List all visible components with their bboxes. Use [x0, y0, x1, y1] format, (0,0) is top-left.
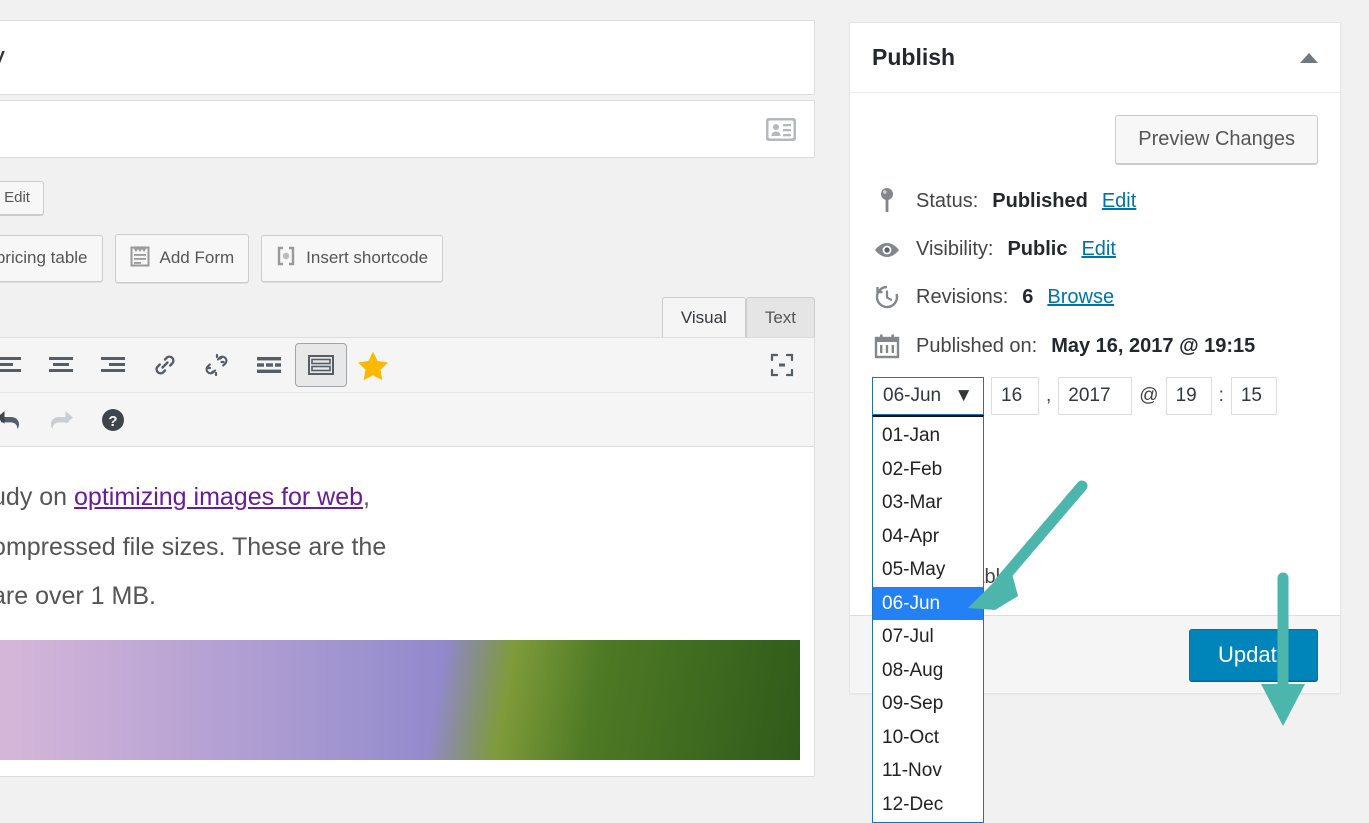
pin-icon — [872, 187, 902, 215]
month-option[interactable]: 05-May — [873, 553, 983, 587]
media-button-label: Insert pricing table — [0, 248, 88, 268]
revisions-label: Revisions: — [916, 286, 1008, 309]
publish-metabox-header[interactable]: Publish — [850, 23, 1340, 93]
month-dropdown-list[interactable]: 01-Jan02-Feb03-Mar04-Apr05-May06-Jun07-J… — [872, 415, 984, 823]
chevron-down-icon: ▼ — [954, 385, 973, 407]
month-select-value: 06-Jun — [883, 385, 941, 407]
align-right-icon[interactable] — [87, 343, 139, 387]
editor-mode-tabs: Visual Text — [0, 293, 815, 337]
content-line-3: s, all of which are over 1 MB. — [0, 582, 156, 610]
at-separator: @ — [1139, 385, 1158, 407]
published-on-value: May 16, 2017 @ 19:15 — [1051, 335, 1255, 358]
month-option[interactable]: 01-Jan — [873, 419, 983, 453]
read-more-icon[interactable] — [243, 343, 295, 387]
status-row: Status: Published Edit — [872, 187, 1318, 215]
content-line-2: pressed and compressed file sizes. These… — [0, 533, 386, 561]
toolbar-row-2: Ω — [0, 392, 814, 446]
day-separator: , — [1046, 385, 1051, 407]
content-featured-image[interactable] — [0, 640, 800, 760]
insert-shortcode-button[interactable]: Insert shortcode — [261, 235, 443, 282]
preview-changes-button[interactable]: Preview Changes — [1115, 115, 1318, 164]
month-option[interactable]: 12-Dec — [873, 788, 983, 822]
toolbar-row-1: 1 2 3 — [0, 338, 814, 392]
optimizing-images-link[interactable]: optimizing images for web — [74, 483, 363, 511]
revisions-browse-link[interactable]: Browse — [1047, 286, 1114, 309]
add-form-button[interactable]: Add Form — [115, 234, 250, 283]
month-option[interactable]: 10-Oct — [873, 721, 983, 755]
month-option[interactable]: 04-Apr — [873, 520, 983, 554]
publish-title: Publish — [872, 44, 955, 71]
tab-visual[interactable]: Visual — [662, 297, 746, 337]
month-option[interactable]: 11-Nov — [873, 754, 983, 788]
status-label: Status: — [916, 190, 978, 213]
editor-meta-row — [0, 100, 815, 158]
visibility-value: Public — [1007, 238, 1067, 261]
form-icon — [130, 245, 150, 272]
post-editor-column: - Case Study /uncompressed-jpg/ Edit nlo… — [0, 20, 815, 777]
status-value: Published — [992, 190, 1088, 213]
published-on-label: Published on: — [916, 335, 1037, 358]
tab-text[interactable]: Text — [746, 297, 815, 337]
edit-permalink-button[interactable]: Edit — [0, 181, 44, 215]
fullscreen-icon[interactable] — [756, 343, 808, 387]
calendar-icon — [872, 333, 902, 359]
insert-link-icon[interactable] — [139, 343, 191, 387]
help-icon[interactable]: ? — [87, 398, 139, 442]
content-text-after-link: , — [363, 483, 370, 511]
month-option[interactable]: 06-Jun — [873, 587, 983, 621]
time-separator: : — [1219, 385, 1224, 407]
media-button-label: Add Form — [160, 248, 235, 268]
editor-toolbar: 1 2 3 — [0, 337, 815, 447]
visibility-row: Visibility: Public Edit — [872, 238, 1318, 261]
update-button[interactable]: Update — [1189, 629, 1318, 681]
media-buttons-row: nload Insert pricing table — [0, 229, 815, 287]
permalink-row: /uncompressed-jpg/ Edit — [0, 167, 815, 229]
month-option[interactable]: 09-Sep — [873, 687, 983, 721]
revisions-row: Revisions: 6 Browse — [872, 284, 1318, 310]
revisions-value: 6 — [1022, 286, 1033, 309]
align-center-icon[interactable] — [35, 343, 87, 387]
align-left-icon[interactable] — [0, 343, 35, 387]
insert-pricing-table-button[interactable]: Insert pricing table — [0, 235, 103, 282]
page-title: - Case Study — [0, 41, 5, 74]
content-text-before-link: e for a case study on — [0, 483, 74, 511]
status-edit-link[interactable]: Edit — [1102, 190, 1136, 213]
minute-input[interactable]: 15 — [1231, 377, 1277, 415]
month-select[interactable]: 06-Jun ▼ — [872, 377, 984, 415]
vcard-icon[interactable] — [766, 118, 796, 141]
media-button-label: Insert shortcode — [306, 248, 428, 268]
post-content-editor[interactable]: e for a case study on optimizing images … — [0, 447, 815, 777]
eye-icon — [872, 240, 902, 260]
clock-icon — [872, 284, 902, 310]
preview-row: Preview Changes — [872, 115, 1318, 164]
content-paragraph: e for a case study on optimizing images … — [0, 473, 800, 622]
publish-metabox-body: Preview Changes Status: Published Edit — [850, 93, 1340, 597]
month-option[interactable]: 07-Jul — [873, 620, 983, 654]
visibility-edit-link[interactable]: Edit — [1081, 238, 1115, 261]
post-title-box[interactable]: - Case Study — [0, 20, 815, 95]
published-on-row: Published on: May 16, 2017 @ 19:15 — [872, 333, 1318, 359]
month-option[interactable]: 08-Aug — [873, 654, 983, 688]
shortcode-icon — [276, 246, 296, 271]
remove-link-icon[interactable] — [191, 343, 243, 387]
toolbar-toggle-icon[interactable] — [295, 343, 347, 387]
date-edit-fields: 06-Jun ▼ 16 , 2017 @ 19 : 15 01-Jan02-Fe… — [872, 377, 1318, 415]
year-input[interactable]: 2017 — [1058, 377, 1132, 415]
month-option[interactable]: 02-Feb — [873, 453, 983, 487]
star-icon[interactable] — [347, 343, 399, 387]
svg-text:?: ? — [108, 413, 117, 430]
hour-input[interactable]: 19 — [1166, 377, 1212, 415]
day-input[interactable]: 16 — [991, 377, 1039, 415]
month-option[interactable]: 03-Mar — [873, 486, 983, 520]
undo-icon[interactable] — [0, 398, 35, 442]
chevron-up-icon[interactable] — [1300, 53, 1318, 63]
visibility-label: Visibility: — [916, 238, 993, 261]
redo-icon[interactable] — [35, 398, 87, 442]
publish-metabox: Publish Preview Changes Status: Publishe… — [849, 22, 1341, 694]
